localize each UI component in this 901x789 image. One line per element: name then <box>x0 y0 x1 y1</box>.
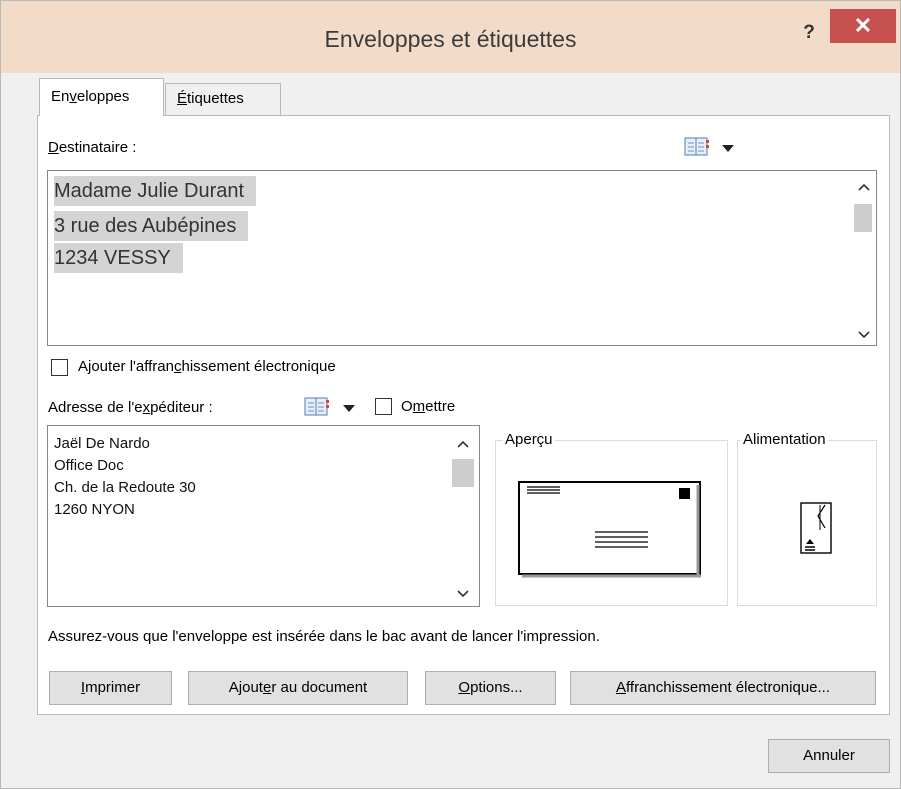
button-label: r au document <box>271 679 368 696</box>
tab-etiquettes[interactable]: Étiquettes <box>165 83 281 115</box>
recipient-line: Madame Julie Durant <box>54 176 257 206</box>
sender-address-dropdown-arrow-icon[interactable] <box>343 405 355 412</box>
close-button[interactable]: ✕ <box>830 9 896 43</box>
tab-label-accesskey: v <box>69 88 77 105</box>
label-part: Adresse de l'e <box>48 399 143 416</box>
options-button[interactable]: Options... <box>425 671 556 705</box>
label-part: O <box>401 398 413 415</box>
tab-label-accesskey: É <box>177 90 188 107</box>
recipient-line: 3 rue des Aubépines <box>54 211 249 241</box>
sender-line: Office Doc <box>54 457 124 474</box>
omit-label: Omettre <box>401 398 455 415</box>
print-button[interactable]: Imprimer <box>49 671 172 705</box>
notice-text: Assurez-vous que l'enveloppe est insérée… <box>48 628 600 645</box>
scroll-up-icon[interactable] <box>858 183 870 191</box>
recipient-line: 1234 VESSY <box>54 243 183 273</box>
sender-line: Ch. de la Redoute 30 <box>54 479 196 496</box>
dialog-title: Enveloppes et étiquettes <box>324 26 577 52</box>
tab-label-part: eloppes <box>76 88 130 105</box>
address-book-icon[interactable] <box>684 137 710 157</box>
recipient-label-accesskey: D <box>48 139 59 156</box>
feed-legend: Alimentation <box>741 431 828 448</box>
label-part: hissement électronique <box>181 358 336 375</box>
envelope-preview-icon[interactable] <box>515 479 703 579</box>
electronic-postage-button[interactable]: Affranchissement électronique... <box>570 671 876 705</box>
label-part: péditeur : <box>150 399 213 416</box>
recipient-address-dropdown-arrow-icon[interactable] <box>722 145 734 152</box>
add-to-document-button[interactable]: Ajouter au document <box>188 671 408 705</box>
tab-enveloppes[interactable]: Enveloppes <box>39 78 164 116</box>
address-book-icon[interactable] <box>304 397 330 417</box>
tab-label-part: tiquettes <box>187 90 244 107</box>
button-label: mprimer <box>85 679 141 696</box>
envelope-feed-icon[interactable] <box>798 500 834 556</box>
label-accesskey: x <box>142 399 151 416</box>
scroll-up-icon[interactable] <box>457 440 469 448</box>
recipient-scrollbar-thumb[interactable] <box>854 204 872 232</box>
button-label: ptions... <box>470 679 523 696</box>
button-accesskey: A <box>615 679 626 696</box>
button-label: ffranchissement électronique... <box>626 679 831 696</box>
sender-line: Jaël De Nardo <box>54 435 150 452</box>
sender-scrollbar-thumb[interactable] <box>452 459 474 487</box>
button-label: Ajout <box>228 679 263 696</box>
sender-address-label: Adresse de l'expéditeur : <box>48 399 213 416</box>
sender-line: 1260 NYON <box>54 501 135 518</box>
label-part: Ajouter l'affran <box>78 358 174 375</box>
add-electronic-postage-label: Ajouter l'affranchissement électronique <box>78 358 336 375</box>
button-accesskey: O <box>458 679 471 696</box>
tab-label-part: En <box>51 88 70 105</box>
label-part: ettre <box>425 398 456 415</box>
omit-checkbox[interactable] <box>375 398 392 415</box>
scroll-down-icon[interactable] <box>457 590 469 598</box>
label-accesskey: m <box>412 398 426 415</box>
add-electronic-postage-checkbox[interactable] <box>51 359 68 376</box>
help-button[interactable]: ? <box>795 19 823 47</box>
title-bar[interactable]: Enveloppes et étiquettes ? ✕ <box>1 1 900 73</box>
cancel-button[interactable]: Annuler <box>768 739 890 773</box>
preview-legend: Aperçu <box>503 431 555 448</box>
recipient-address-textarea[interactable]: Madame Julie Durant 3 rue des Aubépines … <box>47 170 877 346</box>
envelopes-labels-dialog: Enveloppes et étiquettes ? ✕ Enveloppes … <box>0 0 901 789</box>
scroll-down-icon[interactable] <box>858 331 870 339</box>
recipient-label-text: estinataire : <box>58 139 137 156</box>
recipient-label: Destinataire : <box>48 139 136 156</box>
sender-address-textarea[interactable]: Jaël De Nardo Office Doc Ch. de la Redou… <box>47 425 480 607</box>
